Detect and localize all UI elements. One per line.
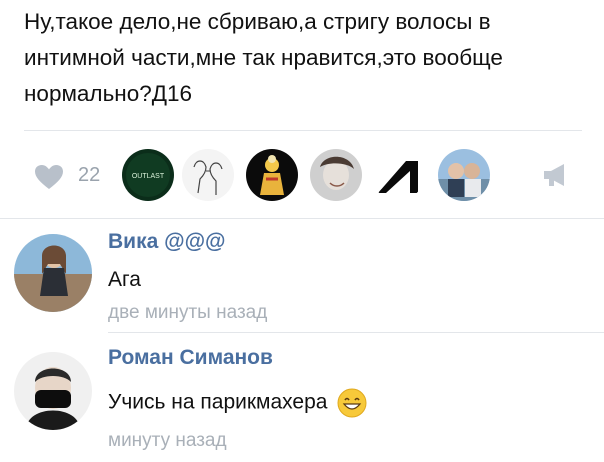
likes-row: 22 OUTLAST (0, 140, 604, 210)
comment-item: Вика @@@ Ага две минуты назад (0, 226, 604, 332)
divider (24, 130, 582, 131)
comment-text-row: Учись на парикмахера (108, 388, 367, 418)
liker-avatar-couple[interactable] (438, 149, 490, 201)
comment-author[interactable]: Роман Симанов (108, 346, 273, 370)
avatar-roman[interactable] (14, 352, 92, 430)
liker-avatar-outlast[interactable]: OUTLAST (122, 149, 174, 201)
liker-avatar-girl[interactable] (310, 149, 362, 201)
comment-text: Ага (108, 268, 141, 291)
outlast-logo-text: OUTLAST (132, 173, 165, 180)
comment-text: Учись на парикмахера (108, 390, 328, 414)
like-count[interactable]: 22 (78, 164, 100, 187)
comment-author[interactable]: Вика @@@ (108, 230, 226, 254)
divider (108, 332, 604, 333)
comment-time[interactable]: две минуты назад (108, 302, 267, 324)
liker-avatar-sketch[interactable] (182, 149, 234, 201)
comment-time[interactable]: минуту назад (108, 430, 227, 452)
divider (0, 218, 604, 219)
heart-icon[interactable] (34, 164, 64, 190)
liker-avatar-illustration[interactable] (246, 149, 298, 201)
comment-item: Роман Симанов Учись на парикмахера минут… (0, 340, 604, 462)
post-text: Ну,такое дело,не сбриваю,а стригу волосы… (24, 9, 503, 106)
smiling-face-emoji-icon (337, 388, 367, 418)
avatar-vika[interactable] (14, 234, 92, 312)
liker-avatar-logo[interactable] (372, 149, 424, 201)
megaphone-icon[interactable] (540, 160, 570, 190)
